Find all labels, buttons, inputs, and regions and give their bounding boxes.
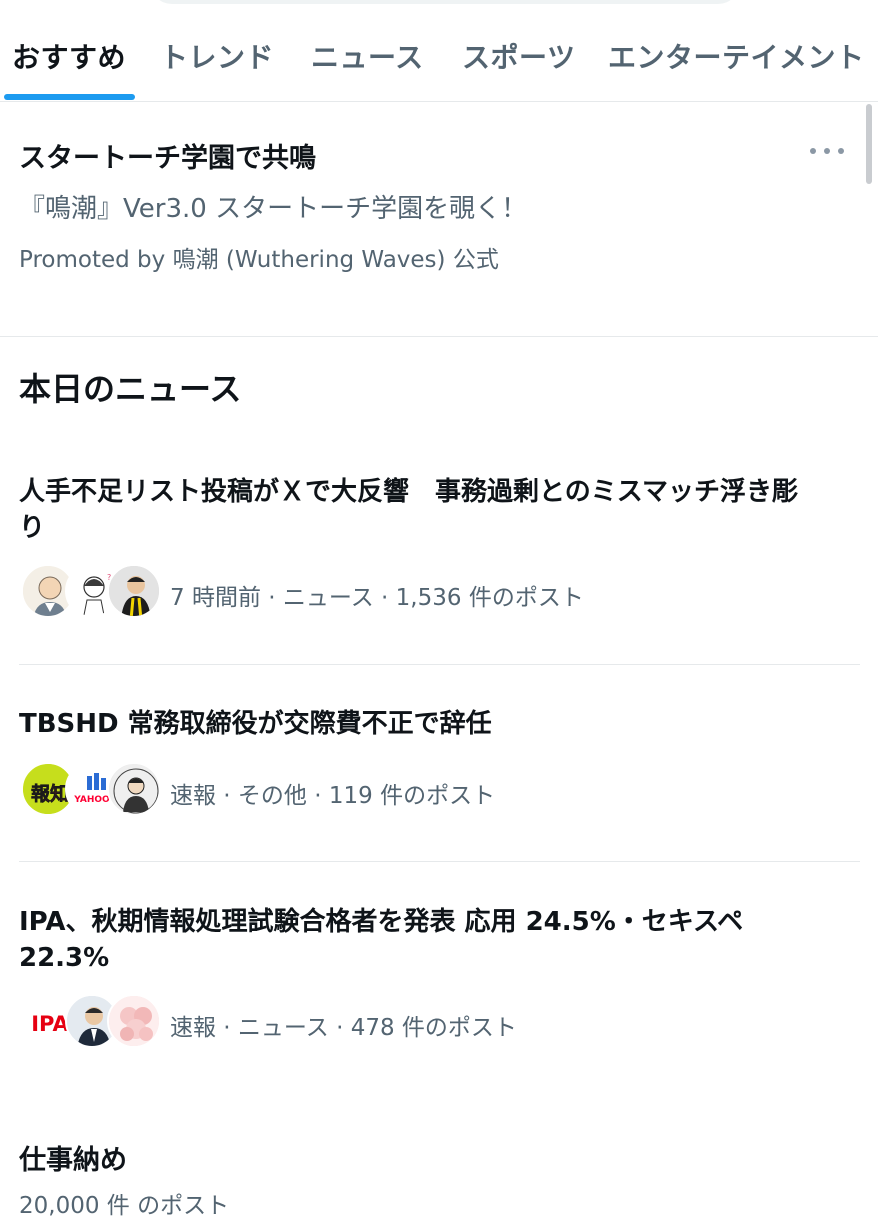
- avatar: [107, 994, 161, 1048]
- promoted-trend-title: スタートーチ学園で共鳴: [19, 143, 316, 174]
- promoted-by-label: Promoted by 鳴潮 (Wuthering Waves) 公式: [19, 247, 499, 273]
- tab-sports[interactable]: スポーツ: [462, 36, 575, 76]
- news-headline: IPA、秋期情報処理試験合格者を発表 応用 24.5%・セキスペ 22.3%: [19, 907, 744, 973]
- avatar: [107, 762, 161, 816]
- news-avatars: IPA: [21, 994, 161, 1050]
- news-meta: 7 時間前 · ニュース · 1,536 件のポスト: [170, 585, 584, 611]
- news-item[interactable]: 人手不足リスト投稿がＸで大反響 事務過剰とのミスマッチ浮き彫り ?: [0, 470, 878, 665]
- news-headline: 人手不足リスト投稿がＸで大反響 事務過剰とのミスマッチ浮き彫り: [19, 477, 798, 543]
- explore-tabs: おすすめ トレンド ニュース スポーツ エンターテイメント: [0, 0, 878, 102]
- news-meta: 速報 · ニュース · 478 件のポスト: [170, 1015, 517, 1041]
- tab-news[interactable]: ニュース: [311, 36, 424, 76]
- hochi-logo-text: 報知: [31, 782, 69, 805]
- ipa-logo-text: IPA: [31, 1012, 69, 1036]
- avatar: [107, 564, 161, 618]
- more-options-icon[interactable]: [810, 146, 844, 156]
- news-headline: TBSHD 常務取締役が交際費不正で辞任: [19, 709, 492, 739]
- news-meta: 速報 · その他 · 119 件のポスト: [170, 783, 496, 809]
- promoted-trend[interactable]: スタートーチ学園で共鳴 『鳴潮』Ver3.0 スタートーチ学園を覗く！ Prom…: [0, 102, 878, 337]
- active-tab-indicator: [4, 94, 135, 100]
- promoted-trend-description: 『鳴潮』Ver3.0 スタートーチ学園を覗く！: [19, 194, 528, 224]
- trend-title[interactable]: 仕事納め: [19, 1138, 127, 1177]
- news-avatars: 報知 YAHOO!: [21, 762, 161, 818]
- tab-entertainment[interactable]: エンターテイメント: [608, 36, 865, 76]
- tab-for-you[interactable]: おすすめ: [12, 36, 126, 76]
- news-item[interactable]: TBSHD 常務取締役が交際費不正で辞任 報知 YAHOO! 速報 · その他 …: [0, 700, 878, 862]
- divider: [19, 861, 860, 862]
- tab-trending[interactable]: トレンド: [160, 36, 274, 76]
- divider: [19, 664, 860, 665]
- news-avatars: ?: [21, 564, 161, 620]
- trend-meta: 20,000 件 のポスト: [19, 1193, 230, 1219]
- news-item[interactable]: IPA、秋期情報処理試験合格者を発表 応用 24.5%・セキスペ 22.3% I…: [0, 900, 878, 1090]
- section-title-todays-news: 本日のニュース: [19, 370, 242, 408]
